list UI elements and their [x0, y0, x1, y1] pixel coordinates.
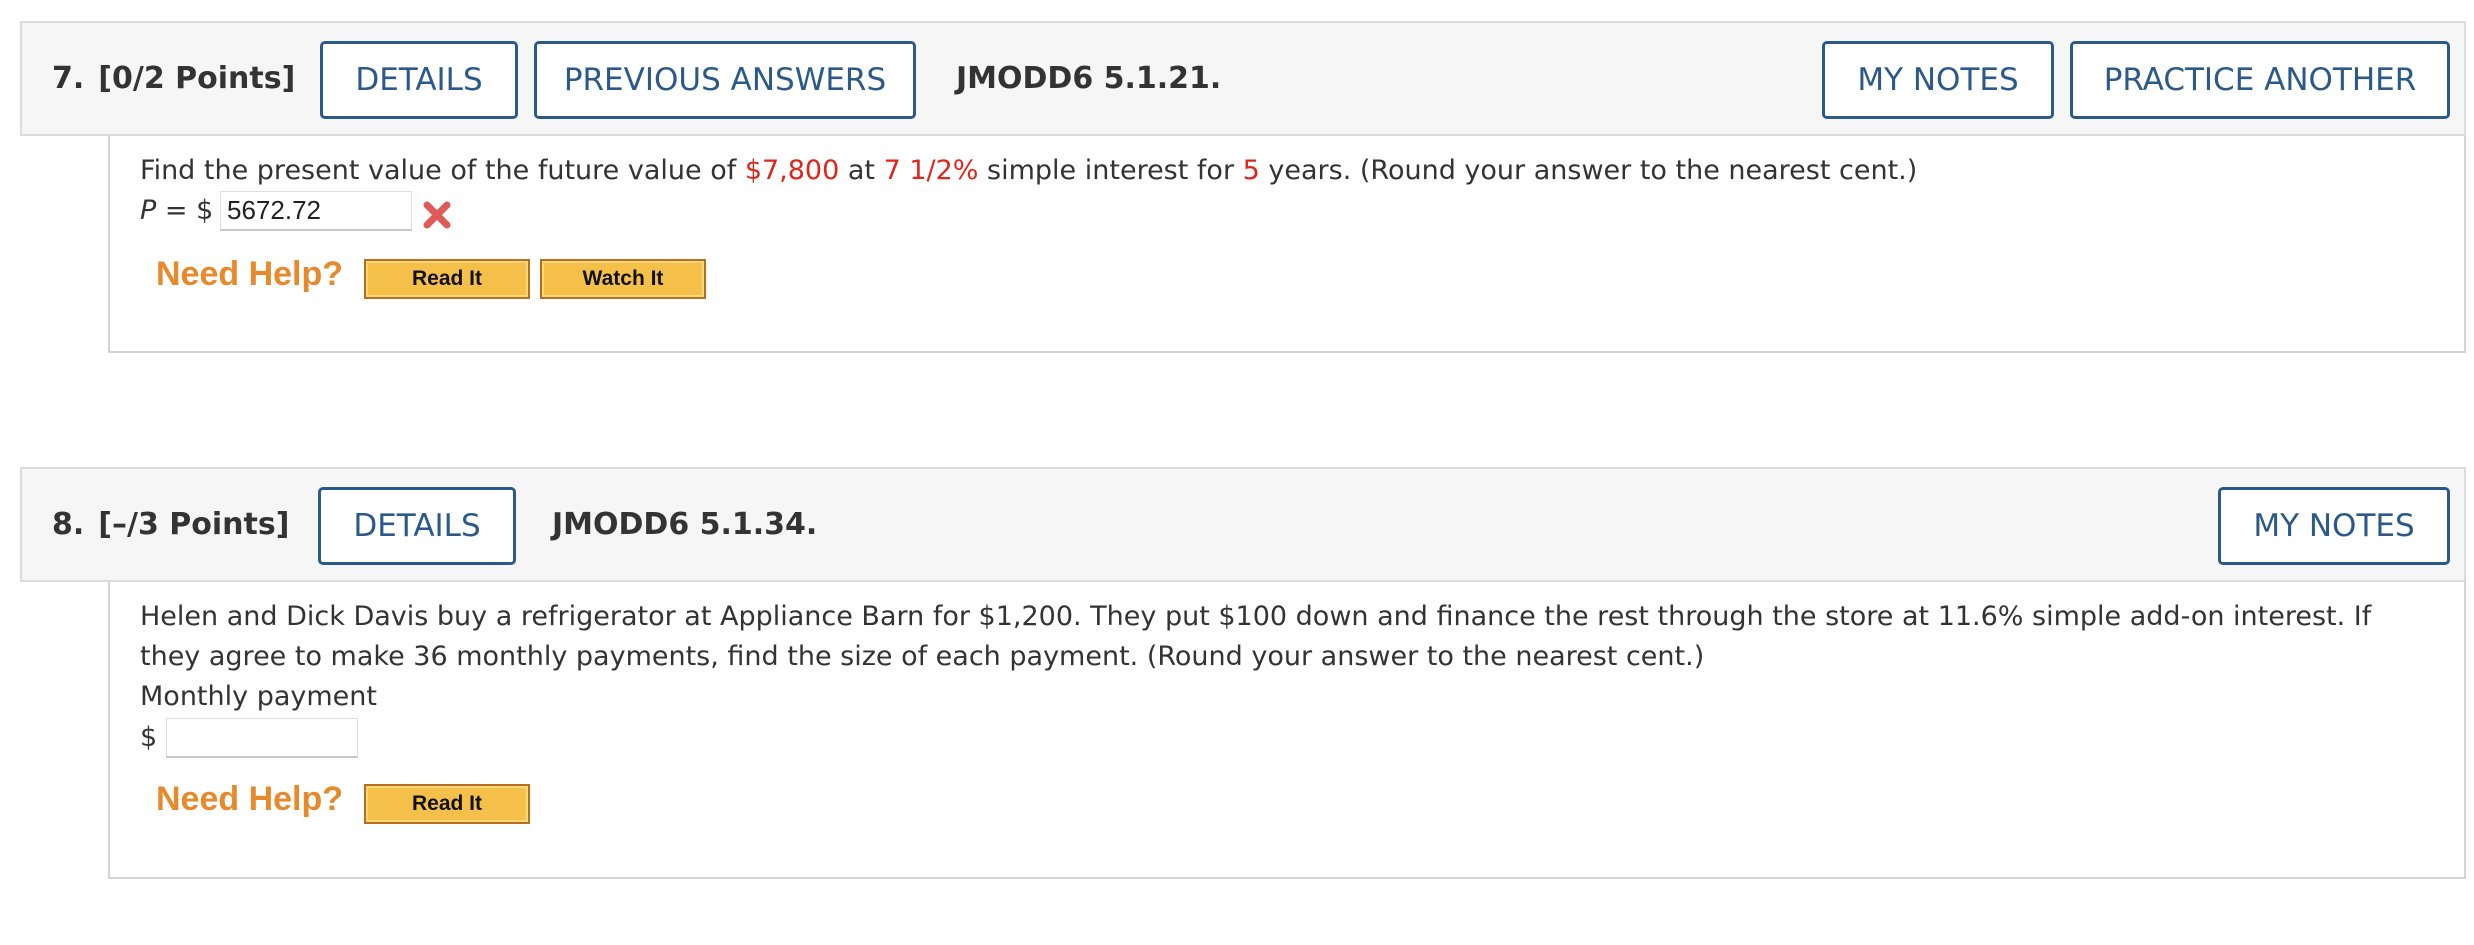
question-points: [0/2 Points] [98, 61, 296, 96]
text-segment: years. (Round your answer to the nearest… [1259, 155, 1918, 186]
question-points: [–/3 Points] [98, 507, 290, 542]
question-number: 8. [52, 507, 85, 542]
question-8-title: 8. [–/3 Points] [52, 469, 289, 580]
details-button[interactable]: DETAILS [318, 487, 516, 565]
question-number: 7. [52, 61, 85, 96]
question-8-header: 8. [–/3 Points] DETAILS JMODD6 5.1.34. MY… [20, 467, 2466, 582]
answer-label: Monthly payment [140, 681, 377, 712]
previous-answers-button[interactable]: PREVIOUS ANSWERS [534, 41, 916, 119]
answer-variable: P [140, 195, 157, 226]
incorrect-x-icon [423, 201, 451, 229]
question-7-title: 7. [0/2 Points] [52, 23, 295, 134]
answer-prefix: = $ [156, 195, 214, 226]
watch-it-button[interactable]: Watch It [540, 259, 706, 299]
text-segment: simple interest for [978, 155, 1243, 186]
details-button[interactable]: DETAILS [320, 41, 518, 119]
question-code: JMODD6 5.1.34. [552, 507, 818, 542]
text-segment: at [839, 155, 884, 186]
question-7-header: 7. [0/2 Points] DETAILS PREVIOUS ANSWERS … [20, 21, 2466, 136]
my-notes-button[interactable]: MY NOTES [1822, 41, 2054, 119]
question-7-text: Find the present value of the future val… [140, 151, 2404, 191]
interest-rate: 7 1/2% [883, 155, 979, 186]
need-help-label: Need Help? [156, 255, 344, 293]
years-value: 5 [1242, 155, 1260, 186]
read-it-button[interactable]: Read It [364, 259, 530, 299]
monthly-payment-input[interactable] [166, 718, 358, 758]
my-notes-button[interactable]: MY NOTES [2218, 487, 2450, 565]
question-8-body: Helen and Dick Davis buy a refrigerator … [108, 582, 2466, 879]
question-7-body: Find the present value of the future val… [108, 136, 2466, 353]
future-value-amount: $7,800 [744, 155, 840, 186]
need-help-label: Need Help? [156, 780, 344, 818]
practice-another-button[interactable]: PRACTICE ANOTHER [2070, 41, 2450, 119]
answer-prefix: $ [140, 722, 158, 753]
answer-label: P = $ [140, 191, 213, 231]
question-code: JMODD6 5.1.21. [956, 61, 1222, 96]
read-it-button[interactable]: Read It [364, 784, 530, 824]
question-8-text: Helen and Dick Davis buy a refrigerator … [140, 601, 2372, 672]
text-segment: Find the present value of the future val… [140, 155, 745, 186]
present-value-input[interactable]: 5672.72 [220, 191, 412, 231]
